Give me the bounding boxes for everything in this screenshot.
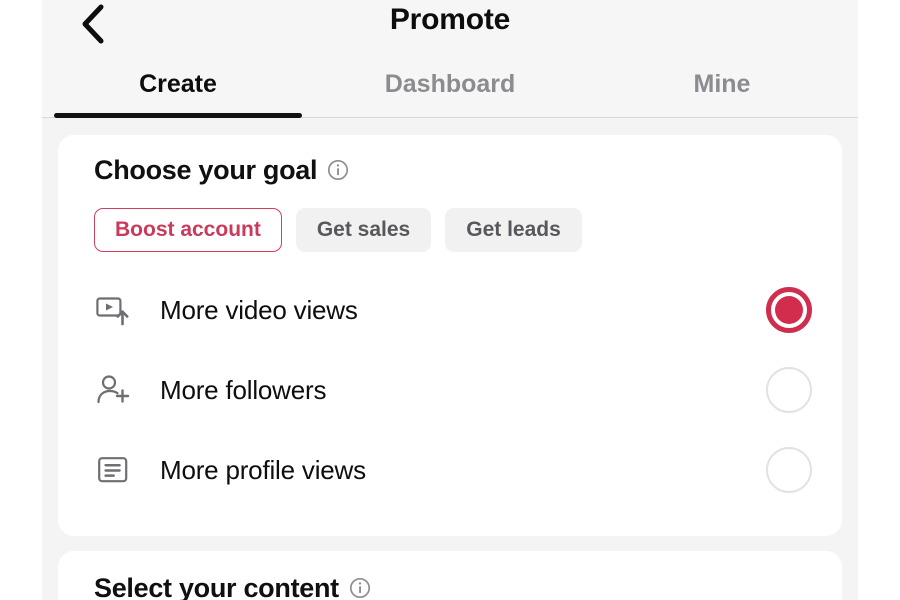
select-content-title: Select your content <box>94 573 339 600</box>
option-more-video-views-label: More video views <box>160 294 358 325</box>
tab-create-label: Create <box>139 70 217 98</box>
chip-get-leads-label: Get leads <box>466 218 561 241</box>
radio-more-followers[interactable] <box>766 367 812 413</box>
info-icon[interactable] <box>327 159 349 186</box>
tab-dashboard-label: Dashboard <box>384 70 516 98</box>
radio-more-profile-views[interactable] <box>766 447 812 493</box>
goal-chip-group: Boost account Get sales Get leads <box>58 208 842 252</box>
select-content-header: Select your content <box>58 573 842 600</box>
app-header: Promote Create Dashboard Mine <box>42 0 858 118</box>
choose-goal-title: Choose your goal <box>94 155 318 185</box>
profile-card-icon <box>94 454 132 486</box>
radio-more-video-views[interactable] <box>766 287 812 333</box>
phone-viewport: Promote Create Dashboard Mine Choose you… <box>42 0 858 600</box>
chip-get-leads[interactable]: Get leads <box>445 208 582 252</box>
option-more-profile-views-label: More profile views <box>160 454 366 485</box>
person-add-icon <box>94 374 132 406</box>
chip-boost-account-label: Boost account <box>115 218 261 241</box>
chip-get-sales[interactable]: Get sales <box>295 208 432 252</box>
option-more-profile-views[interactable]: More profile views <box>58 430 842 510</box>
tab-mine-label: Mine <box>693 70 751 98</box>
screenshot-root: Promote Create Dashboard Mine Choose you… <box>0 0 900 600</box>
tab-mine[interactable]: Mine <box>586 62 858 118</box>
tab-bar: Create Dashboard Mine <box>42 62 858 118</box>
choose-goal-header: Choose your goal <box>58 155 842 186</box>
chip-get-sales-label: Get sales <box>316 218 411 241</box>
choose-goal-card: Choose your goal Boost account Get sales… <box>58 135 842 536</box>
chip-boost-account[interactable]: Boost account <box>94 208 282 252</box>
video-upload-icon <box>94 294 132 326</box>
page-title: Promote <box>389 3 511 36</box>
scroll-body[interactable]: Choose your goal Boost account Get sales… <box>42 118 858 600</box>
tab-dashboard[interactable]: Dashboard <box>314 62 586 118</box>
option-more-followers-label: More followers <box>160 374 327 405</box>
info-icon[interactable] <box>349 577 371 600</box>
select-content-card: Select your content <box>58 551 842 600</box>
tab-create[interactable]: Create <box>42 62 314 118</box>
option-more-followers[interactable]: More followers <box>58 350 842 430</box>
option-more-video-views[interactable]: More video views <box>58 270 842 350</box>
